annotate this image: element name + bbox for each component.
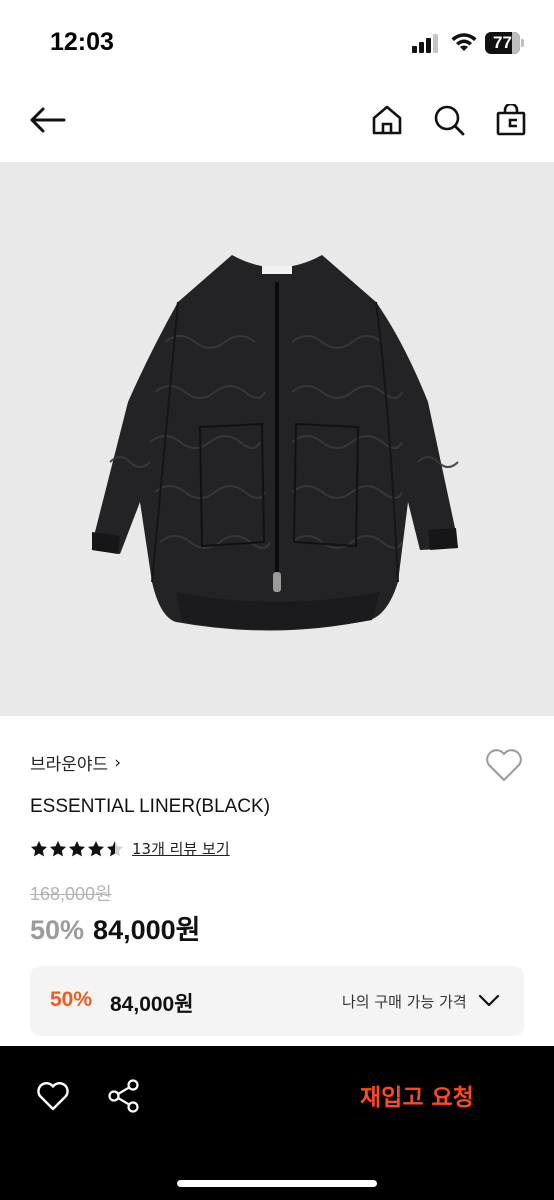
- heart-icon[interactable]: [484, 746, 524, 784]
- top-navigation: [0, 88, 554, 162]
- product-detail-page: 12:03 77 브라운야드 › ESSENTIAL LINER(BLACK) …: [0, 0, 554, 1200]
- back-button[interactable]: [25, 98, 69, 142]
- heart-icon[interactable]: [36, 1080, 70, 1112]
- home-indicator: [177, 1180, 377, 1187]
- chevron-right-icon: ›: [114, 752, 122, 773]
- brand-link[interactable]: 브라운야드 ›: [30, 750, 122, 776]
- star-icon: [50, 840, 66, 856]
- status-time: 12:03: [50, 28, 114, 56]
- my-price: 84,000원: [110, 993, 194, 1016]
- product-name: ESSENTIAL LINER(BLACK): [30, 796, 271, 817]
- shopping-bag-icon: [496, 104, 526, 136]
- home-icon: [372, 105, 402, 135]
- rating-row: 13개 리뷰 보기: [30, 838, 230, 859]
- star-icon: [88, 840, 104, 856]
- product-image[interactable]: [0, 162, 554, 716]
- brand-name: 브라운야드: [30, 755, 109, 775]
- star-rating: [30, 840, 124, 858]
- my-price-dropdown[interactable]: 50% 84,000원 나의 구매 가능 가격: [30, 966, 524, 1036]
- status-bar: 12:03 77: [0, 0, 554, 88]
- sale-price: 84,000원: [93, 915, 201, 945]
- battery-icon: 77: [485, 32, 525, 54]
- star-icon: [107, 840, 123, 856]
- star-icon: [69, 840, 85, 856]
- original-price: 168,000원: [30, 884, 112, 904]
- cellular-signal-icon: [412, 34, 438, 53]
- bottom-action-bar: 재입고 요청: [0, 1046, 554, 1200]
- star-icon: [31, 840, 47, 856]
- review-link[interactable]: 13개 리뷰 보기: [132, 838, 230, 859]
- my-discount-rate: 50%: [50, 988, 93, 1011]
- search-button[interactable]: [427, 98, 471, 142]
- cart-button[interactable]: [489, 98, 533, 142]
- discount-rate: 50%: [30, 915, 85, 945]
- home-button[interactable]: [365, 98, 409, 142]
- my-price-label: 나의 구매 가능 가격: [342, 993, 467, 1011]
- quilted-jacket-image: [92, 255, 459, 631]
- restock-request-button[interactable]: 재입고 요청: [360, 1078, 474, 1112]
- wifi-icon: [451, 33, 477, 51]
- share-icon[interactable]: [106, 1078, 142, 1114]
- arrow-left-icon: [30, 107, 66, 133]
- battery-level: 77: [493, 33, 512, 52]
- chevron-down-icon: [478, 994, 500, 1007]
- search-icon: [434, 105, 465, 136]
- sale-price-row: 50% 84,000원: [30, 908, 200, 947]
